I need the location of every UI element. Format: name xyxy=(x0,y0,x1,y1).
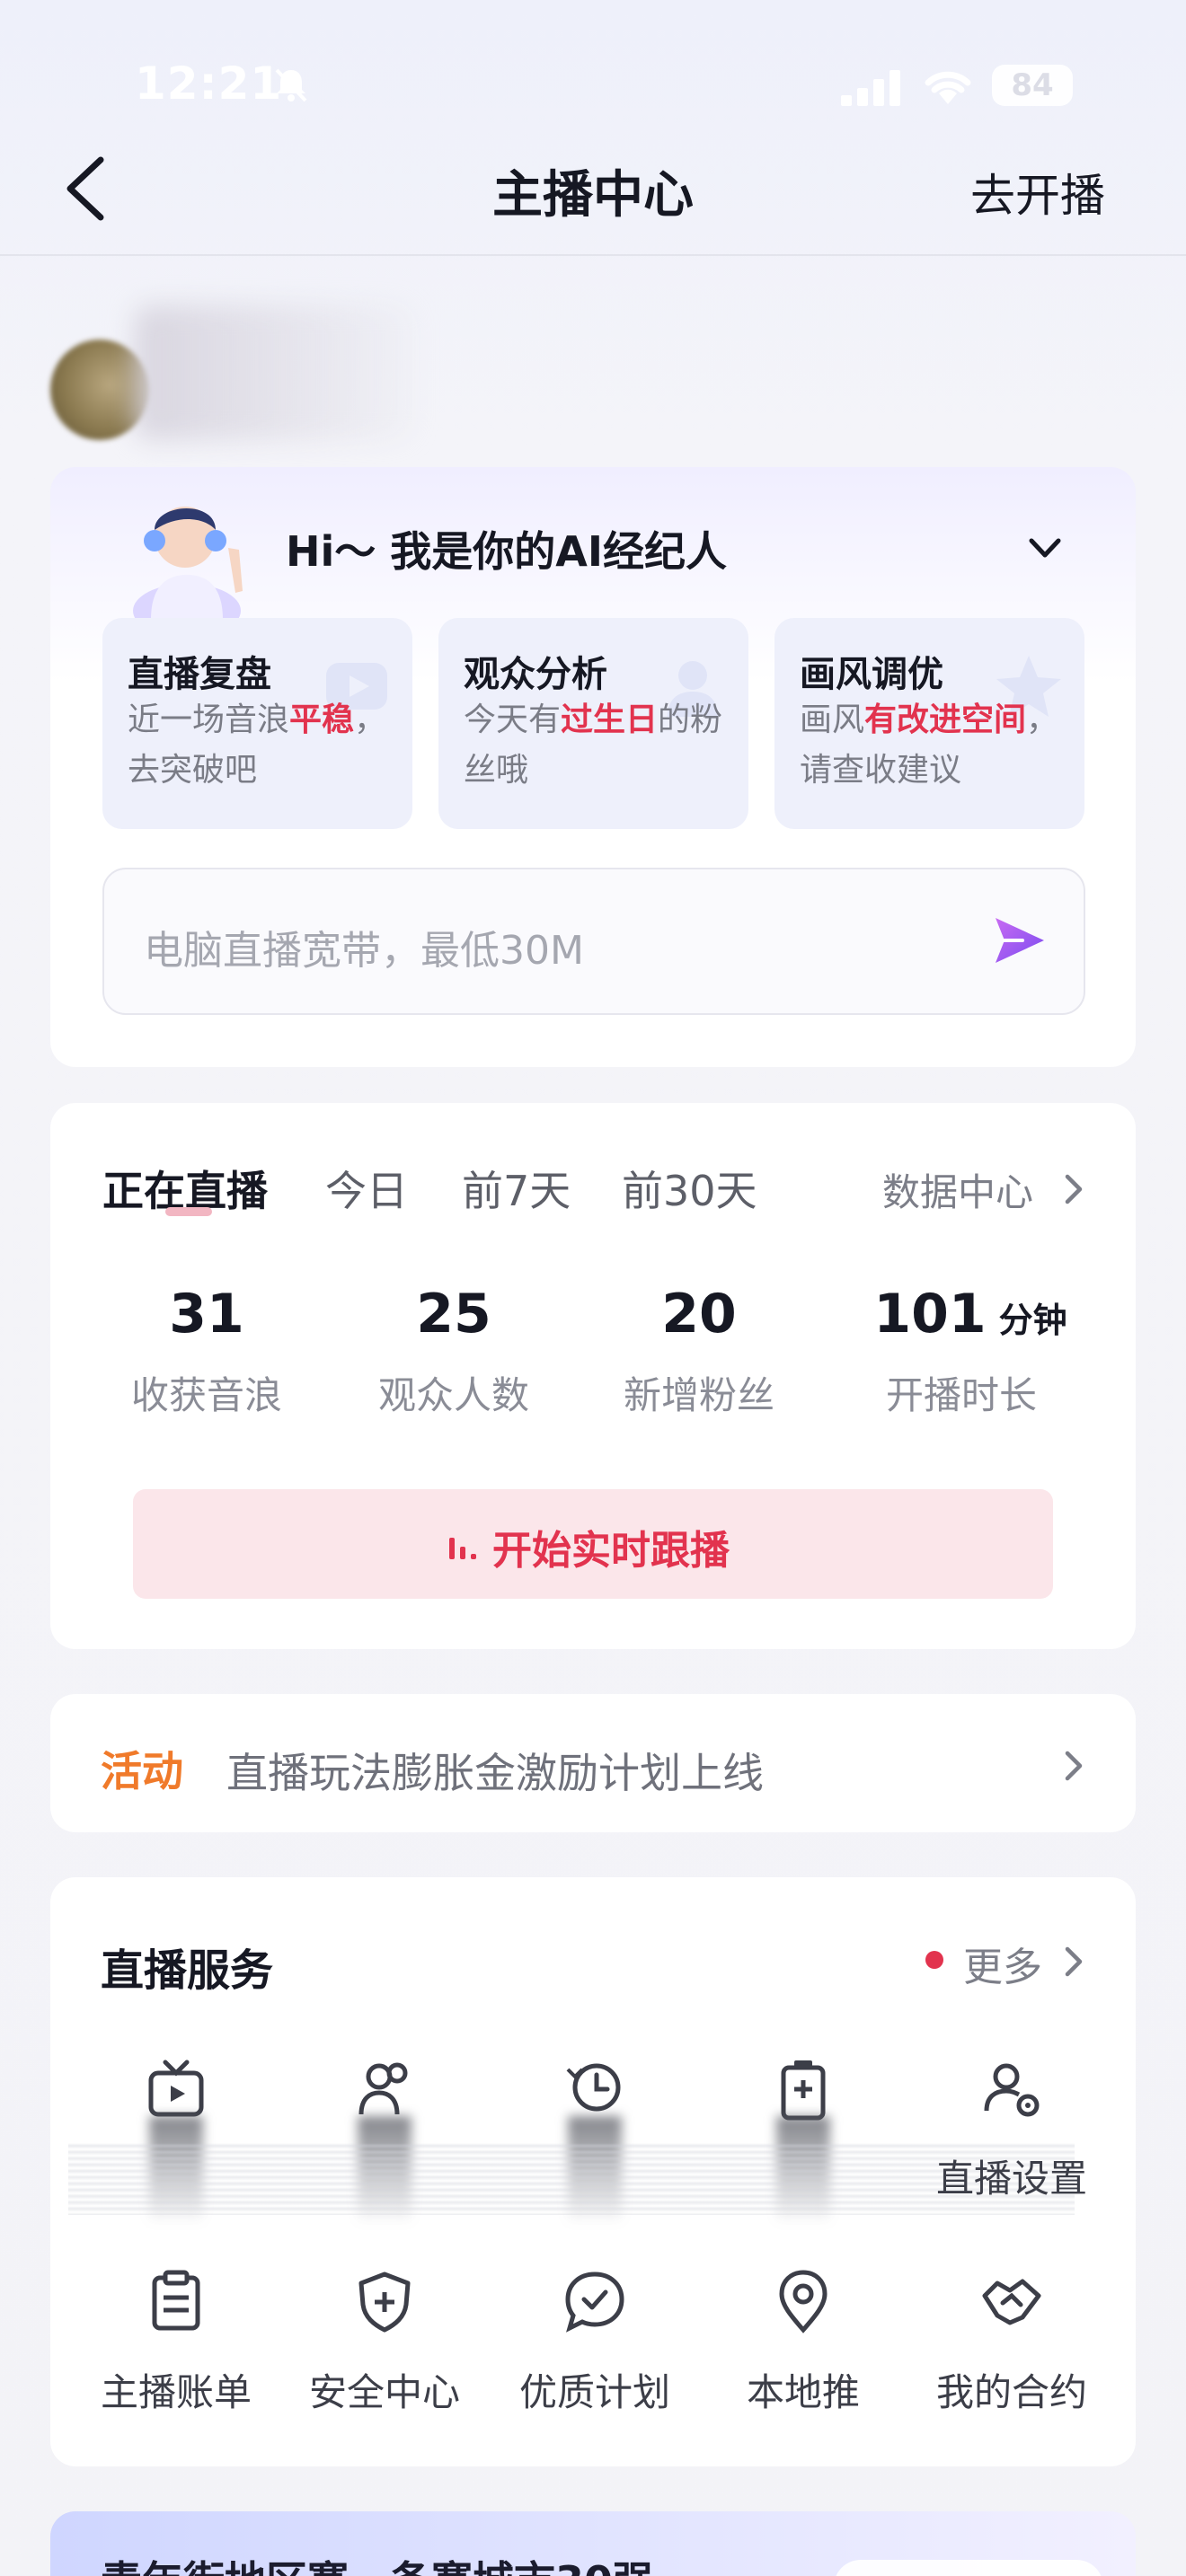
service-label: 本地推 xyxy=(746,2370,860,2414)
ai-greeting: Hi～ 我是你的AI经纪人 xyxy=(286,527,727,576)
activity-tag: 活动 xyxy=(101,1747,183,1795)
stat-label: 收获音浪 xyxy=(130,1373,282,1417)
tile-title: 观众分析 xyxy=(464,654,607,695)
handshake-icon[interactable] xyxy=(979,2269,1044,2333)
more-link[interactable]: 更多 xyxy=(963,1935,1042,1992)
tab-30-days[interactable]: 前30天 xyxy=(622,1159,757,1218)
send-icon[interactable] xyxy=(992,914,1046,966)
notification-dot xyxy=(925,1951,943,1969)
service-label: 主播账单 xyxy=(100,2370,252,2414)
tile-body: 画风有改进空间，请查收建议 xyxy=(800,701,1059,789)
tab-7-days[interactable]: 前7天 xyxy=(462,1159,571,1218)
tile-title: 画风调优 xyxy=(800,654,943,695)
service-label: 直播设置 xyxy=(935,2157,1087,2201)
start-live-follow-label: 开始实时跟播 xyxy=(492,1528,730,1574)
chevron-down-icon[interactable] xyxy=(1024,534,1066,564)
battery-plus-icon[interactable] xyxy=(771,2057,836,2122)
stat-unit: 分钟 xyxy=(998,1301,1067,1340)
chevron-right-icon[interactable] xyxy=(1062,1171,1085,1207)
ai-agent-avatar-icon xyxy=(133,507,243,620)
chevron-right-icon[interactable] xyxy=(1062,1944,1085,1980)
data-center-link[interactable]: 数据中心 xyxy=(882,1162,1033,1217)
tile-body: 今天有过生日的粉丝哦 xyxy=(464,701,723,789)
stat-value: 31 xyxy=(169,1283,244,1345)
check-chat-icon[interactable] xyxy=(562,2269,627,2333)
wifi-icon xyxy=(925,71,971,104)
tile-title: 直播复盘 xyxy=(128,654,271,695)
promo-banner-text: 青年街地区赛，备赛城市30强 xyxy=(101,2549,654,2576)
chevron-right-icon[interactable] xyxy=(1062,1748,1085,1784)
clipboard-icon[interactable] xyxy=(144,2269,208,2333)
users-icon[interactable] xyxy=(352,2057,417,2122)
promo-banner-pill[interactable] xyxy=(834,2560,1103,2576)
service-label: 我的合约 xyxy=(935,2370,1087,2414)
stat-label: 观众人数 xyxy=(377,1373,529,1417)
tile-body: 近一场音浪平稳，去突破吧 xyxy=(128,701,387,789)
tab-today[interactable]: 今日 xyxy=(325,1159,408,1218)
tv-icon[interactable] xyxy=(144,2057,208,2122)
activity-text: 直播玩法膨胀金激励计划上线 xyxy=(226,1749,764,1797)
stat-label: 新增粉丝 xyxy=(623,1373,774,1417)
stat-value: 101 分钟 xyxy=(873,1283,1067,1345)
service-label: 安全中心 xyxy=(308,2370,460,2414)
bell-muted-icon xyxy=(275,68,307,102)
location-pin-icon[interactable] xyxy=(771,2269,836,2333)
stat-label: 开播时长 xyxy=(885,1373,1037,1417)
stat-value: 25 xyxy=(416,1283,491,1345)
status-time: 12:21 xyxy=(135,57,283,110)
clock-history-icon[interactable] xyxy=(562,2057,627,2122)
active-tab-indicator xyxy=(165,1207,212,1216)
signal-icon xyxy=(841,70,900,106)
service-label: 优质计划 xyxy=(518,2370,670,2414)
tile-audience-analysis[interactable]: 观众分析 今天有过生日的粉丝哦 xyxy=(438,618,748,829)
go-live-button[interactable]: 去开播 xyxy=(970,160,1105,225)
section-title: 直播服务 xyxy=(101,1945,274,1996)
user-settings-icon[interactable] xyxy=(979,2057,1044,2122)
shield-plus-icon[interactable] xyxy=(352,2269,417,2333)
ai-chat-placeholder: 电脑直播宽带，最低30M xyxy=(144,928,584,974)
stat-value: 20 xyxy=(661,1283,737,1345)
tile-style-tuning[interactable]: 画风调优 画风有改进空间，请查收建议 xyxy=(774,618,1084,829)
user-name-blurred xyxy=(135,305,413,440)
tile-live-review[interactable]: 直播复盘 近一场音浪平稳，去突破吧 xyxy=(102,618,412,829)
battery-indicator: 84 xyxy=(992,65,1073,106)
